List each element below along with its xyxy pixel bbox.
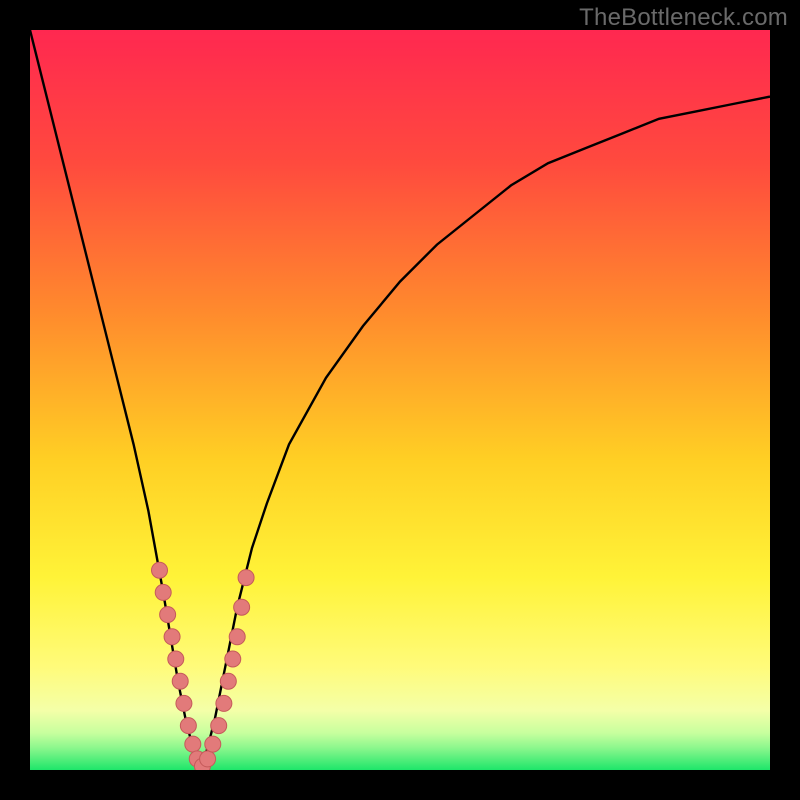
watermark-text: TheBottleneck.com xyxy=(579,4,788,32)
marker-cluster-group xyxy=(152,562,255,770)
data-marker xyxy=(164,629,180,645)
data-marker xyxy=(152,562,168,578)
data-marker xyxy=(172,673,188,689)
bottleneck-curve-path xyxy=(30,30,770,770)
data-marker xyxy=(220,673,236,689)
data-marker xyxy=(205,736,221,752)
curve-layer xyxy=(30,30,770,770)
data-marker xyxy=(234,599,250,615)
data-marker xyxy=(185,736,201,752)
plot-area xyxy=(30,30,770,770)
data-marker xyxy=(229,629,245,645)
data-marker xyxy=(225,651,241,667)
data-marker xyxy=(155,584,171,600)
data-marker xyxy=(176,695,192,711)
data-marker xyxy=(216,695,232,711)
data-marker xyxy=(168,651,184,667)
chart-stage: TheBottleneck.com xyxy=(0,0,800,800)
data-marker xyxy=(200,751,216,767)
data-marker xyxy=(211,718,227,734)
data-marker xyxy=(238,570,254,586)
data-marker xyxy=(180,718,196,734)
data-marker xyxy=(160,607,176,623)
